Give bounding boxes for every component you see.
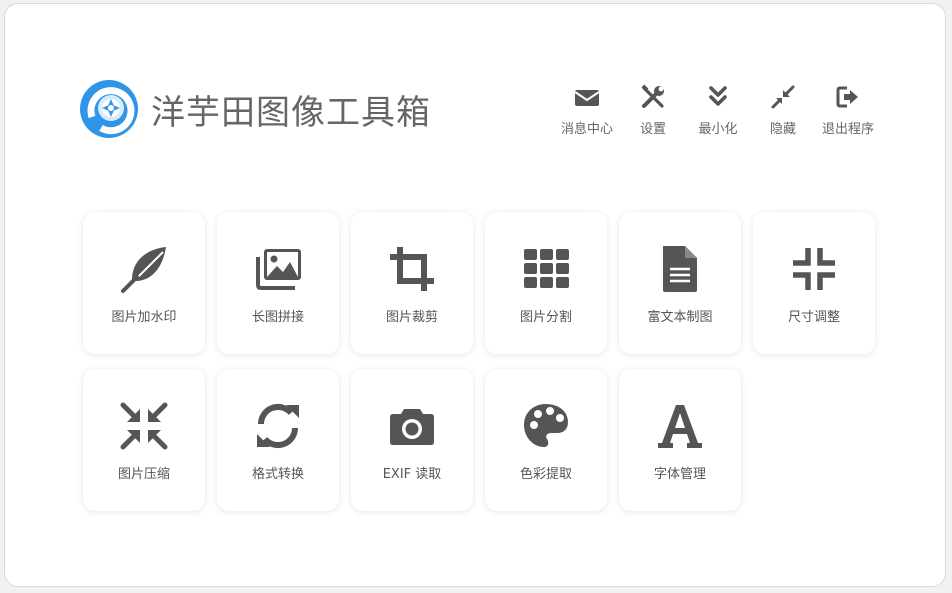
envelope-icon <box>574 90 600 106</box>
document-icon <box>663 246 697 292</box>
camera-icon <box>390 409 434 445</box>
compress-arrows-icon <box>771 85 795 109</box>
hide-button[interactable]: 隐藏 <box>748 84 818 140</box>
tile-compress-label: 图片压缩 <box>117 467 170 482</box>
sign-out-icon <box>836 86 858 108</box>
tile-resize-label: 尺寸调整 <box>787 310 840 325</box>
tile-watermark-label: 图片加水印 <box>111 310 177 325</box>
tile-crop-label: 图片裁剪 <box>385 310 438 325</box>
settings-label: 设置 <box>639 122 666 137</box>
message-center-button[interactable]: 消息中心 <box>552 84 622 140</box>
tile-split-label: 图片分割 <box>519 310 572 325</box>
tile-font-manage-label: 字体管理 <box>653 467 706 482</box>
tile-rich-text-label: 富文本制图 <box>647 310 713 325</box>
settings-button[interactable]: 设置 <box>618 84 688 140</box>
tile-compress[interactable]: 图片压缩 <box>83 369 205 511</box>
tile-format-convert-label: 格式转换 <box>251 467 304 482</box>
double-chevron-down-icon <box>709 86 727 106</box>
tile-exif[interactable]: EXIF 读取 <box>351 369 473 511</box>
app-window: 洋芋田图像工具箱 消息中心 设置 最小化 隐藏 退出程序 图片加水印 长图拼接 … <box>4 3 946 587</box>
tools-icon <box>641 84 664 108</box>
grid-icon <box>524 249 569 288</box>
tile-long-image-stitch[interactable]: 长图拼接 <box>217 212 339 354</box>
sync-icon <box>257 403 299 449</box>
exit-label: 退出程序 <box>821 122 874 137</box>
tile-color-extract-label: 色彩提取 <box>519 467 572 482</box>
tile-font-manage[interactable]: 字体管理 <box>619 369 741 511</box>
tile-exif-label: EXIF 读取 <box>382 467 442 482</box>
tile-format-convert[interactable]: 格式转换 <box>217 369 339 511</box>
feather-icon <box>121 247 166 293</box>
tile-long-image-stitch-label: 长图拼接 <box>251 310 304 325</box>
minimize-button[interactable]: 最小化 <box>683 84 753 140</box>
compress-icon <box>793 248 835 290</box>
top-toolbar: 消息中心 设置 最小化 隐藏 退出程序 <box>5 84 945 144</box>
message-center-label: 消息中心 <box>560 122 613 137</box>
crop-icon <box>390 247 434 291</box>
hide-label: 隐藏 <box>769 122 796 137</box>
palette-icon <box>524 404 568 447</box>
font-icon <box>658 405 702 448</box>
arrows-inward-icon <box>120 402 168 450</box>
tile-crop[interactable]: 图片裁剪 <box>351 212 473 354</box>
images-icon <box>256 249 301 290</box>
tile-watermark[interactable]: 图片加水印 <box>83 212 205 354</box>
tile-rich-text[interactable]: 富文本制图 <box>619 212 741 354</box>
exit-button[interactable]: 退出程序 <box>813 84 883 140</box>
tile-color-extract[interactable]: 色彩提取 <box>485 369 607 511</box>
tile-split[interactable]: 图片分割 <box>485 212 607 354</box>
tile-resize[interactable]: 尺寸调整 <box>753 212 875 354</box>
minimize-label: 最小化 <box>698 122 738 137</box>
